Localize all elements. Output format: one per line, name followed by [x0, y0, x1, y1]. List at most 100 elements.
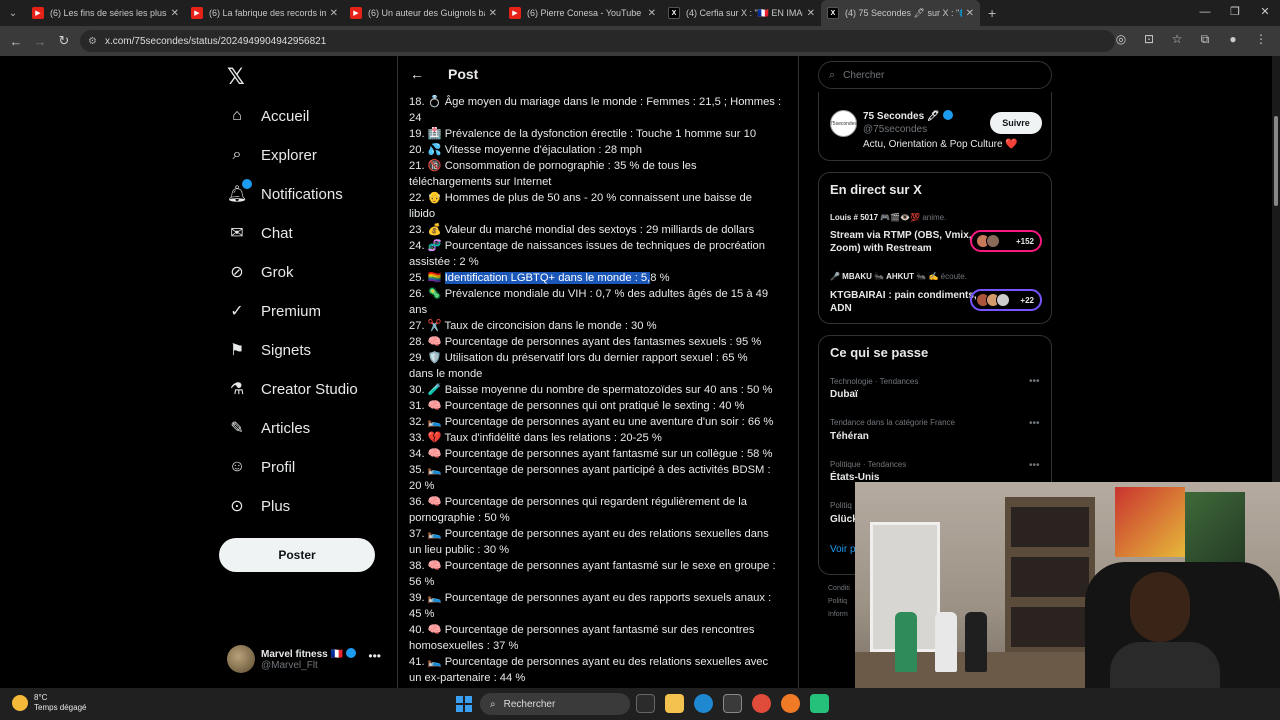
nav-item-articles[interactable]: ✎ Articles — [227, 418, 310, 438]
post-line: 21. 🔞 Consommation de pornographie : 35 … — [409, 160, 697, 172]
browser-tab[interactable]: ▶ (6) La fabrique des records imp ✕ — [185, 0, 344, 26]
footer-link[interactable]: Politiq — [828, 595, 858, 608]
post-button[interactable]: Poster — [219, 538, 375, 572]
divider — [798, 56, 799, 688]
profile-name[interactable]: 75 Secondes 🖊 — [863, 110, 953, 122]
tab-search-icon[interactable]: ⌄ — [0, 0, 26, 26]
browser-tab[interactable]: ▶ (6) Un auteur des Guignols bal ✕ — [344, 0, 503, 26]
site-info-icon[interactable]: ⚙ — [88, 36, 97, 47]
post-text: 18. 💍 Âge moyen du mariage dans le monde… — [409, 94, 791, 686]
browser-tab[interactable]: X(4) Cerfia sur X : "🇫🇷 EN IMAGES✕ — [662, 0, 821, 26]
task-view-icon[interactable] — [636, 694, 655, 713]
translate-icon[interactable]: ◎ — [1112, 32, 1130, 47]
nav-item-home[interactable]: ⌂ Accueil — [227, 106, 309, 126]
trend-name[interactable]: Téhéran — [830, 431, 869, 442]
more-icon: ⊙ — [230, 498, 244, 515]
follow-button[interactable]: Suivre — [990, 112, 1042, 134]
post-header: ← Post — [398, 56, 798, 92]
show-more-link[interactable]: Voir p — [830, 544, 856, 555]
avatar[interactable]: 75secondes — [830, 110, 857, 137]
live-space-title[interactable]: Stream via RTMP (OBS, Vmix, Zoom) with R… — [830, 229, 980, 255]
weather-widget[interactable]: 8°C Temps dégagé — [12, 693, 86, 713]
nav-item-profile[interactable]: ☺ Profil — [227, 457, 295, 477]
post-line: 35. 🛌 Pourcentage de personnes ayant par… — [409, 464, 771, 476]
post-line: assistée : 2 % — [409, 256, 479, 268]
forward-icon[interactable]: → — [28, 34, 52, 49]
scrollbar-thumb[interactable] — [1274, 116, 1278, 206]
edge-icon[interactable] — [694, 694, 713, 713]
search-input[interactable]: ⌕ Chercher — [818, 61, 1052, 89]
live-card: En direct sur X Louis # 5017 🎮🎬👁️💯 anime… — [818, 172, 1052, 324]
nav-item-bookmarks[interactable]: ⚑ Signets — [227, 340, 311, 360]
post-line: pornographie : 50 % — [409, 512, 510, 524]
footer-link[interactable]: Inform — [828, 608, 858, 621]
trend-name[interactable]: Dubaï — [830, 389, 858, 400]
browser-tab[interactable]: ▶ (6) Les fins de séries les plus W ✕ — [26, 0, 185, 26]
taskbar-search[interactable]: ⌕ Rechercher — [480, 693, 630, 715]
url-field[interactable]: ⚙ x.com/75secondes/status/20249499049429… — [80, 30, 1115, 52]
back-arrow-icon[interactable]: ← — [410, 66, 430, 82]
close-tab-icon[interactable]: ✕ — [330, 8, 338, 19]
nav-item-grok[interactable]: ⊘ Grok — [227, 262, 293, 282]
more-options-icon[interactable]: ••• — [1029, 460, 1040, 471]
post-column: 18. 💍 Âge moyen du mariage dans le monde… — [398, 56, 798, 688]
menu-icon[interactable]: ⋮ — [1252, 32, 1270, 47]
post-line: 39. 🛌 Pourcentage de personnes ayant eu … — [409, 592, 772, 604]
nav-item-premium[interactable]: ✓ Premium — [227, 301, 321, 321]
close-tab-icon[interactable]: ✕ — [966, 8, 974, 19]
live-listeners-pill[interactable]: +22 — [970, 289, 1042, 311]
taskbar-apps — [636, 694, 829, 713]
install-icon[interactable]: ⊡ — [1140, 32, 1158, 47]
maximize-icon[interactable]: ❐ — [1220, 0, 1250, 26]
nav-item-more[interactable]: ⊙ Plus — [227, 496, 290, 516]
close-tab-icon[interactable]: ✕ — [489, 8, 497, 19]
live-listeners-pill[interactable]: +152 — [970, 230, 1042, 252]
nav-item-notifications[interactable]: 🔔︎ Notifications — [227, 179, 343, 204]
browser-tab[interactable]: ▶ (6) Pierre Conesa - YouTube ✕ — [503, 0, 662, 26]
nav-item-explore[interactable]: ⌕ Explorer — [227, 145, 317, 165]
windows-start-icon[interactable] — [456, 696, 472, 712]
search-icon: ⌕ — [829, 68, 836, 81]
minimize-icon[interactable]: — — [1190, 0, 1220, 26]
extensions-icon[interactable]: ⧉ — [1196, 32, 1214, 47]
account-switcher[interactable]: Marvel fitness 🇫🇷 @Marvel_Flt ••• — [227, 641, 387, 677]
app-icon[interactable] — [810, 694, 829, 713]
firefox-icon[interactable] — [781, 694, 800, 713]
reload-icon[interactable]: ↻ — [52, 33, 76, 49]
avatar — [227, 645, 255, 673]
file-explorer-icon[interactable] — [665, 694, 684, 713]
post-line: 20. 💦 Vitesse moyenne d'éjaculation : 28… — [409, 144, 642, 156]
profile-card: 75secondes 75 Secondes 🖊 @75secondes Act… — [818, 92, 1052, 161]
post-line: dans le monde — [409, 368, 483, 380]
new-tab-icon[interactable]: + — [988, 5, 996, 21]
more-options-icon[interactable]: ••• — [368, 649, 381, 663]
x-logo-icon[interactable]: 𝕏 — [227, 64, 245, 90]
post-line: 24. 🧬 Pourcentage de naissances issues d… — [409, 240, 765, 252]
post-line: ans — [409, 304, 428, 316]
trend-name[interactable]: Glück — [830, 514, 858, 525]
selected-text: Identification LGBTQ+ dans le monde : 5, — [444, 272, 651, 284]
more-options-icon[interactable]: ••• — [1029, 376, 1040, 387]
youtube-icon: ▶ — [350, 7, 362, 19]
flask-icon: ⚗ — [229, 381, 245, 398]
browser-tab-active[interactable]: X (4) 75 Secondes 🖊 sur X : "🌐 ✕ — [821, 0, 980, 26]
store-icon[interactable] — [723, 694, 742, 713]
close-window-icon[interactable]: ✕ — [1250, 0, 1280, 26]
live-space-title[interactable]: KTGBAIRAI : pain condiments, ADN — [830, 289, 980, 315]
footer-link[interactable]: Conditi — [828, 582, 858, 595]
more-options-icon[interactable]: ••• — [1029, 418, 1040, 429]
close-tab-icon[interactable]: ✕ — [648, 8, 656, 19]
nav-item-creator-studio[interactable]: ⚗ Creator Studio — [227, 379, 358, 399]
article-icon: ✎ — [230, 420, 244, 437]
post-line: libido — [409, 208, 436, 220]
account-handle: @Marvel_Flt — [261, 659, 318, 671]
close-tab-icon[interactable]: ✕ — [807, 8, 815, 19]
nav-item-chat[interactable]: ✉ Chat — [227, 223, 292, 243]
post-line: 25. 🏳️‍🌈 Identification LGBTQ+ dans le m… — [409, 270, 791, 286]
profile-icon[interactable]: ● — [1224, 32, 1242, 47]
profile-handle: @75secondes — [863, 124, 928, 135]
close-tab-icon[interactable]: ✕ — [171, 8, 179, 19]
back-icon[interactable]: ← — [4, 34, 28, 49]
star-icon[interactable]: ☆ — [1168, 32, 1186, 47]
chrome-icon[interactable] — [752, 694, 771, 713]
